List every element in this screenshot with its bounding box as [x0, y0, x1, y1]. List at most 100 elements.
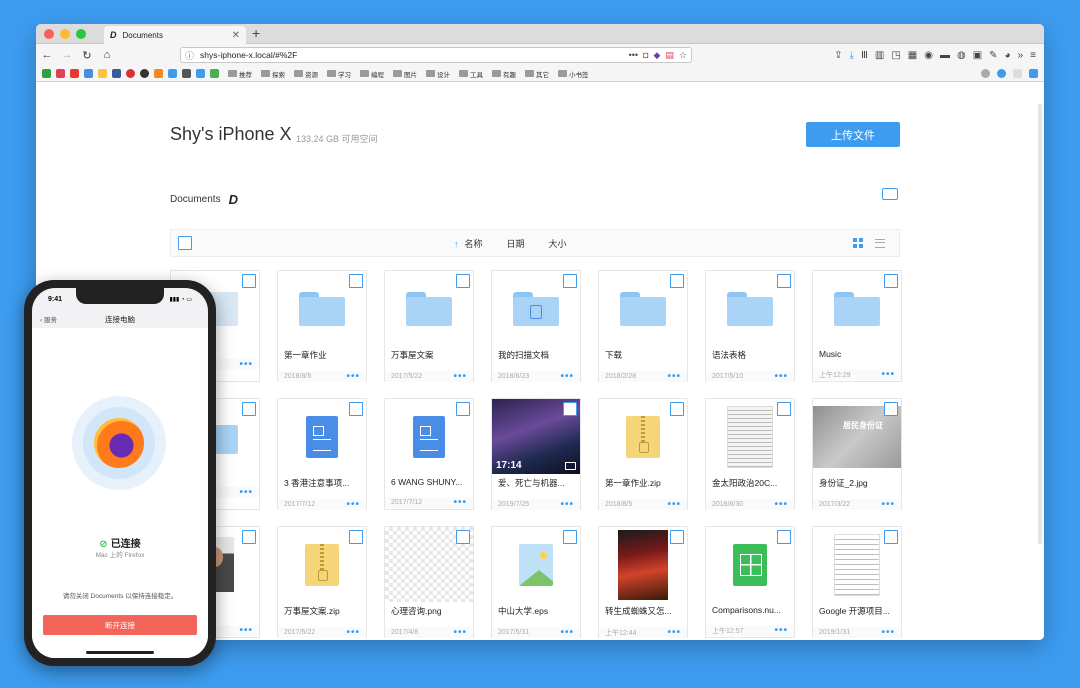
new-tab-icon[interactable]: +	[252, 25, 260, 41]
file-card[interactable]: 第一章作业.zip 2018/8/5 •••	[598, 398, 688, 510]
new-folder-icon[interactable]	[882, 188, 898, 200]
file-select-checkbox[interactable]	[563, 274, 577, 288]
file-select-checkbox[interactable]	[349, 402, 363, 416]
more-options-icon[interactable]: •••	[667, 371, 681, 382]
sort-by-size[interactable]: 大小	[549, 237, 567, 250]
file-select-checkbox[interactable]	[242, 530, 256, 544]
bookmark-folder[interactable]: 小书签	[558, 69, 589, 79]
library-icon[interactable]: Ⅲ	[861, 50, 868, 61]
bookmark-folder[interactable]: 工具	[459, 69, 483, 79]
more-options-icon[interactable]: •••	[346, 627, 360, 638]
file-select-checkbox[interactable]	[884, 274, 898, 288]
page-scrollbar[interactable]	[1038, 104, 1042, 544]
file-card[interactable]: 中山大学.eps 2017/5/31 •••	[491, 526, 581, 638]
extension-3-icon[interactable]: ▬	[940, 50, 950, 61]
file-select-checkbox[interactable]	[777, 402, 791, 416]
bookmark-icon[interactable]	[56, 69, 65, 78]
menu-icon[interactable]: ≡	[1030, 50, 1036, 61]
extension-icon[interactable]	[981, 69, 990, 78]
file-select-checkbox[interactable]	[670, 530, 684, 544]
file-card[interactable]: 心理咨询.png 2017/4/8 •••	[384, 526, 474, 638]
file-card[interactable]: 3 香港注意事项... 2017/7/12 •••	[277, 398, 367, 510]
bookmark-icon[interactable]	[98, 69, 107, 78]
bookmark-icon[interactable]	[210, 69, 219, 78]
file-card[interactable]: 我的扫描文档 2018/6/23 •••	[491, 270, 581, 382]
file-card[interactable]: Google 开源项目... 2019/1/31 •••	[812, 526, 902, 638]
file-card[interactable]: 居民身份证 身份证_2.jpg 2017/3/22 •••	[812, 398, 902, 510]
file-card[interactable]: 万事屋文案 2017/5/22 •••	[384, 270, 474, 382]
bookmark-folder[interactable]: 有趣	[492, 69, 516, 79]
file-select-checkbox[interactable]	[349, 530, 363, 544]
bookmark-icon[interactable]	[196, 69, 205, 78]
bookmark-icon[interactable]	[126, 69, 135, 78]
file-card[interactable]: 万事屋文案.zip 2017/5/22 •••	[277, 526, 367, 638]
extension-icon[interactable]	[1013, 69, 1022, 78]
zoom-window-button[interactable]	[76, 29, 86, 39]
upload-file-button[interactable]: 上传文件	[806, 122, 900, 147]
bookmark-folder[interactable]: 推荐	[228, 69, 252, 79]
more-options-icon[interactable]: •••	[453, 371, 467, 382]
extension-7-icon[interactable]: ◕	[1005, 50, 1011, 61]
share-icon[interactable]: ⇪	[834, 50, 842, 61]
pocket-icon[interactable]: ◘	[643, 50, 648, 61]
extension-icon[interactable]	[997, 69, 1006, 78]
bookmark-icon[interactable]	[154, 69, 163, 78]
more-options-icon[interactable]: •••	[560, 499, 574, 510]
address-bar[interactable]: ⓘ shys-iphone-x.local/#%2F ••• ◘ ◆ ▤ ☆	[180, 47, 692, 63]
more-options-icon[interactable]: •••	[881, 627, 895, 638]
more-options-icon[interactable]: •••	[560, 627, 574, 638]
file-select-checkbox[interactable]	[456, 402, 470, 416]
bookmark-folder[interactable]: 图片	[393, 69, 417, 79]
extension-icon[interactable]: ◆	[653, 50, 660, 61]
file-card[interactable]: 17:14 爱、死亡与机器... 2019/7/25 •••	[491, 398, 581, 510]
extension-5-icon[interactable]: ▣	[973, 50, 982, 61]
file-card[interactable]: 转生成蜘蛛又怎... 上午12:44 •••	[598, 526, 688, 638]
file-select-checkbox[interactable]	[563, 402, 577, 416]
download-icon[interactable]: ⤓	[850, 50, 854, 61]
more-options-icon[interactable]: •••	[560, 371, 574, 382]
bookmark-folder[interactable]: 学习	[327, 69, 351, 79]
file-select-checkbox[interactable]	[242, 274, 256, 288]
file-card[interactable]: Comparisons.nu... 上午12:57 •••	[705, 526, 795, 638]
screenshot-icon[interactable]: ◳	[891, 50, 900, 61]
more-options-icon[interactable]: •••	[239, 359, 253, 370]
file-card[interactable]: 金太阳政治20C... 2018/8/30 •••	[705, 398, 795, 510]
bookmark-folder[interactable]: 资源	[294, 69, 318, 79]
more-options-icon[interactable]: •••	[774, 499, 788, 510]
file-select-checkbox[interactable]	[242, 402, 256, 416]
list-view-icon[interactable]	[875, 238, 885, 248]
more-options-icon[interactable]: •••	[239, 487, 253, 498]
more-options-icon[interactable]: •••	[346, 371, 360, 382]
bookmark-folder[interactable]: 编程	[360, 69, 384, 79]
more-options-icon[interactable]: •••	[346, 499, 360, 510]
translate-icon[interactable]	[1029, 69, 1038, 78]
reader-icon[interactable]: ▤	[665, 50, 674, 61]
github-icon[interactable]	[140, 69, 149, 78]
browser-tab[interactable]: D Documents ✕	[104, 26, 246, 44]
home-icon[interactable]: ⌂	[100, 49, 114, 61]
extension-4-icon[interactable]: ◍	[957, 50, 966, 61]
forward-icon[interactable]: →	[60, 49, 74, 61]
more-options-icon[interactable]: •••	[453, 627, 467, 638]
file-select-checkbox[interactable]	[670, 402, 684, 416]
more-options-icon[interactable]: •••	[667, 499, 681, 510]
more-options-icon[interactable]: •••	[881, 369, 895, 380]
site-info-icon[interactable]: ⓘ	[185, 49, 194, 62]
more-options-icon[interactable]: •••	[881, 499, 895, 510]
file-card[interactable]: 第一章作业 2018/8/5 •••	[277, 270, 367, 382]
file-card[interactable]: Music 上午12:29 •••	[812, 270, 902, 382]
bookmark-star-icon[interactable]: ☆	[679, 50, 687, 61]
breadcrumb-label[interactable]: Documents	[170, 194, 221, 205]
minimize-window-button[interactable]	[60, 29, 70, 39]
more-options-icon[interactable]: •••	[774, 625, 788, 636]
file-select-checkbox[interactable]	[563, 530, 577, 544]
code-icon[interactable]	[182, 69, 191, 78]
page-actions-icon[interactable]: •••	[629, 50, 638, 61]
more-options-icon[interactable]: •••	[239, 625, 253, 636]
disconnect-button[interactable]: 断开连接	[43, 615, 197, 635]
extension-2-icon[interactable]: ◉	[924, 50, 933, 61]
select-all-checkbox[interactable]	[178, 236, 192, 250]
file-select-checkbox[interactable]	[884, 530, 898, 544]
bookmark-icon[interactable]	[112, 69, 121, 78]
grid-view-icon[interactable]	[853, 238, 863, 248]
